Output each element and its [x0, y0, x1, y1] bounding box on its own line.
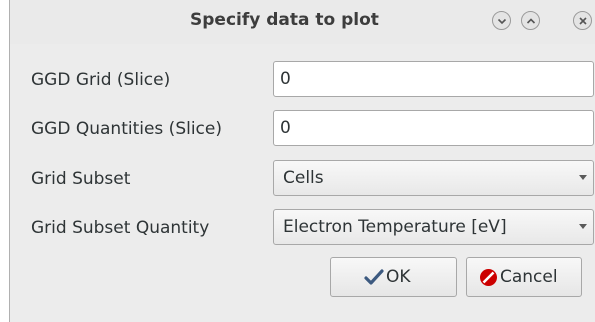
maximize-button[interactable]: [521, 11, 540, 30]
minimize-button[interactable]: [492, 11, 511, 30]
ok-button[interactable]: OK: [330, 257, 457, 297]
cancel-icon: [480, 268, 497, 286]
titlebar[interactable]: Specify data to plot: [10, 0, 595, 44]
dropdown-arrow-icon: [579, 175, 587, 180]
ggd-quantities-label: GGD Quantities (Slice): [31, 119, 222, 139]
grid-subset-quantity-value: Electron Temperature [eV]: [283, 217, 507, 237]
cancel-button-label: Cancel: [500, 267, 558, 287]
grid-subset-quantity-dropdown[interactable]: Electron Temperature [eV]: [273, 209, 594, 245]
grid-subset-label: Grid Subset: [31, 169, 131, 189]
grid-subset-value: Cells: [283, 168, 324, 188]
ggd-grid-field[interactable]: [273, 61, 594, 97]
grid-subset-quantity-label: Grid Subset Quantity: [31, 218, 210, 238]
close-icon: [579, 17, 587, 25]
ggd-grid-input[interactable]: [274, 62, 580, 96]
window-title: Specify data to plot: [190, 10, 379, 30]
cancel-button[interactable]: Cancel: [466, 257, 582, 297]
checkmark-icon: [364, 268, 384, 285]
dialog-window: Specify data to plot GGD Grid (Slice) GG…: [9, 0, 595, 322]
chevron-down-icon: [497, 18, 507, 25]
ok-button-label: OK: [386, 267, 411, 287]
ggd-grid-label: GGD Grid (Slice): [31, 70, 171, 90]
chevron-up-icon: [526, 18, 536, 24]
ggd-quantities-field[interactable]: [273, 110, 594, 146]
dropdown-arrow-icon: [579, 224, 587, 229]
ggd-quantities-input[interactable]: [274, 111, 580, 145]
grid-subset-dropdown[interactable]: Cells: [273, 160, 594, 196]
close-button[interactable]: [573, 11, 592, 30]
